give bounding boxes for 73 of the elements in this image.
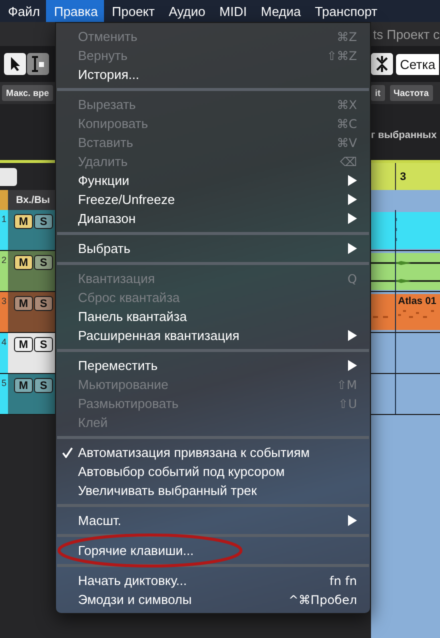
menu-item[interactable]: Панель квантайза — [56, 307, 370, 326]
track-lane[interactable] — [371, 374, 440, 414]
text-cursor-icon — [31, 56, 45, 72]
menu-item[interactable]: Автоматизация привязана к событиям — [56, 443, 370, 462]
input-color-strip — [0, 190, 8, 210]
shortcut: Q — [348, 272, 357, 286]
track-list-button[interactable] — [0, 168, 17, 186]
ruler[interactable]: 3 — [371, 163, 440, 190]
shortcut: ⇧U — [338, 396, 357, 410]
menu-item[interactable]: Расширенная квантизация — [56, 326, 370, 345]
mute-button[interactable]: M — [14, 214, 33, 229]
shortcut: ⌫ — [340, 154, 357, 168]
menu-item[interactable]: Начать диктовку... fn fn — [56, 571, 370, 590]
shortcut: ⌘C — [336, 116, 357, 130]
menu-bar-item[interactable]: Файл — [0, 0, 46, 22]
info-button[interactable]: it — [371, 85, 384, 101]
menu-item[interactable]: Функции — [56, 171, 370, 190]
range-tool-button[interactable] — [27, 53, 49, 75]
menu-bar-item[interactable]: Транспорт — [306, 0, 384, 22]
track-number: 1 — [1, 214, 6, 226]
snap-mode-dropdown[interactable]: Сетка — [396, 54, 440, 74]
menu-bar-item[interactable]: MIDI — [211, 0, 253, 22]
track-header[interactable]: 1 M S — [0, 210, 55, 250]
menu-item[interactable]: Диапазон — [56, 209, 370, 228]
menu-item[interactable]: Автовыбор событий под курсором — [56, 462, 370, 481]
lane-header — [371, 190, 440, 210]
info-button[interactable]: Частота — [390, 85, 433, 101]
menu-item[interactable]: Freeze/Unfreeze — [56, 190, 370, 209]
mute-button[interactable]: M — [14, 378, 33, 393]
track-header[interactable]: 3 M S — [0, 292, 55, 332]
menu-item[interactable]: Эмодзи и символы ^⌘Пробел — [56, 590, 370, 609]
track-header[interactable]: 2 M S — [0, 251, 55, 291]
menu-bar-item[interactable]: Аудио — [160, 0, 212, 22]
menu-item[interactable]: Увеличивать выбранный трек — [56, 481, 370, 500]
solo-button[interactable]: S — [34, 214, 53, 229]
track-header[interactable]: 4 M S — [0, 333, 55, 373]
track-lane[interactable] — [371, 333, 440, 373]
menu-item[interactable]: Масшт. — [56, 511, 370, 530]
shortcut: fn fn — [330, 574, 357, 588]
snap-icon[interactable] — [371, 53, 393, 75]
mute-button[interactable]: M — [14, 337, 33, 352]
clip-title: Atlas 01 — [398, 296, 436, 307]
shortcut: ^⌘Пробел — [288, 592, 357, 606]
menu-bar-item[interactable]: Проект — [104, 0, 161, 22]
track-header[interactable]: 5 M S — [0, 374, 55, 414]
project-title: ts Проект с — [372, 26, 440, 42]
menu-bar-item[interactable]: Медиа — [252, 0, 307, 22]
shortcut: ⇧⌘Z — [326, 48, 357, 62]
pointer-tool-button[interactable] — [4, 53, 26, 75]
solo-button[interactable]: S — [34, 378, 53, 393]
mute-button[interactable]: M — [14, 255, 33, 270]
menu-item[interactable]: История... — [56, 65, 370, 84]
mute-button[interactable]: M — [14, 296, 33, 311]
pointer-icon — [9, 56, 21, 72]
midi-notes-drawing — [373, 310, 434, 318]
menu-bar-item[interactable]: Правка — [46, 0, 104, 22]
menu-item[interactable]: Переместить — [56, 356, 370, 375]
shortcut: ⌘Z — [336, 30, 357, 44]
track-number: 4 — [1, 337, 6, 349]
track-number: 5 — [1, 378, 6, 390]
track-number: 2 — [1, 255, 6, 267]
track-number: 3 — [1, 296, 6, 308]
shortcut: ⌘V — [336, 136, 357, 150]
shortcut: ⇧M — [336, 378, 357, 392]
solo-button[interactable]: S — [34, 337, 53, 352]
menu-item[interactable]: Горячие клавиши... — [56, 541, 370, 560]
menu-item[interactable]: Выбрать — [56, 239, 370, 258]
info-button[interactable]: Макс. вре — [2, 85, 54, 101]
solo-button[interactable]: S — [34, 296, 53, 311]
column-header: Вх./Вы — [15, 194, 50, 206]
info-text: г выбранных — [371, 130, 437, 140]
shortcut: ⌘X — [336, 98, 357, 112]
solo-button[interactable]: S — [34, 255, 53, 270]
